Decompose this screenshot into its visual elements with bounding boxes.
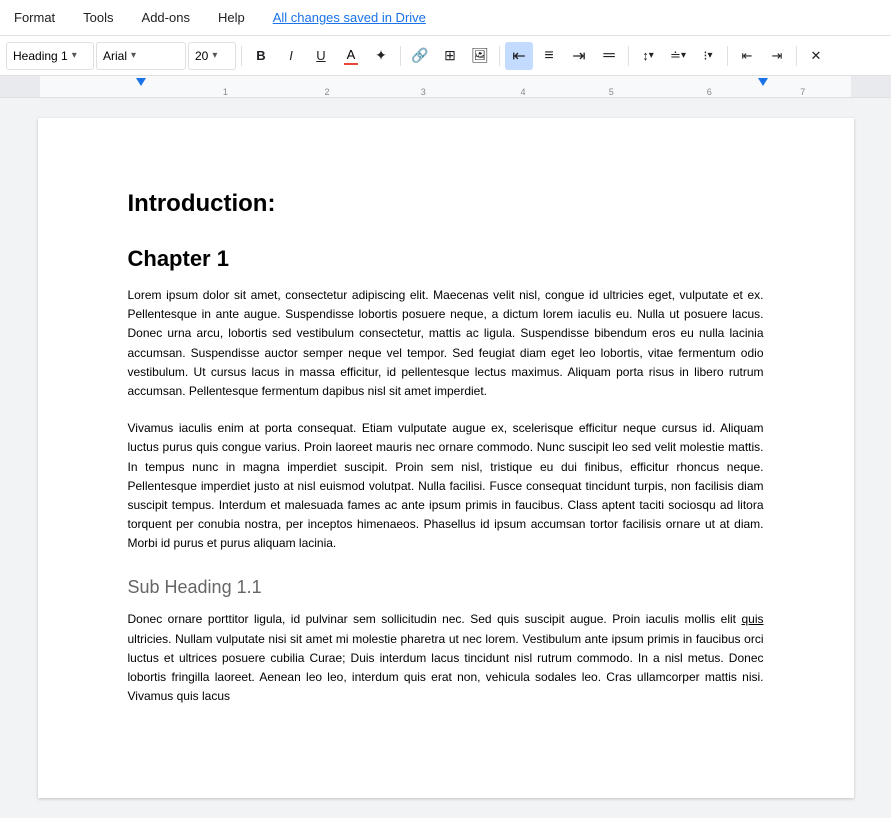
paragraph-2: Vivamus iaculis enim at porta consequat.…: [128, 419, 764, 553]
subheading-1: Sub Heading 1.1: [128, 577, 764, 598]
ruler-mark-4: 4: [521, 87, 526, 97]
paragraph-3-end: ultricies. Nullam vulputate nisi sit ame…: [128, 632, 764, 704]
style-selector[interactable]: Heading 1 ▾: [6, 42, 94, 70]
decrease-indent-button[interactable]: ⇤: [733, 42, 761, 70]
font-color-button[interactable]: A: [337, 42, 365, 70]
highlight-button[interactable]: ✦: [367, 42, 395, 70]
ruler-mark-1: 1: [223, 87, 228, 97]
paragraph-2-text: Vivamus iaculis enim at porta consequat.…: [128, 421, 764, 550]
underline-wrap: U: [316, 48, 325, 63]
ruler-mark-5: 5: [609, 87, 614, 97]
clear-formatting-button[interactable]: ✕: [802, 42, 830, 70]
divider-6: [796, 46, 797, 66]
divider-5: [727, 46, 728, 66]
bullet-list-chevron-icon: ▾: [708, 50, 713, 61]
size-label: 20: [195, 49, 208, 63]
font-color-bar: [344, 63, 358, 65]
ruler-tab-left-icon: [136, 78, 146, 86]
increase-indent-button[interactable]: ⇥: [763, 42, 791, 70]
divider-2: [400, 46, 401, 66]
ruler-canvas: 1 2 3 4 5 6 7: [0, 76, 891, 97]
paragraph-1-text: Lorem ipsum dolor sit amet, consectetur …: [128, 288, 764, 398]
insert-comment-button[interactable]: ⊞: [436, 42, 464, 70]
style-chevron-icon: ▾: [72, 50, 77, 61]
page: Introduction: Chapter 1 Lorem ipsum dolo…: [38, 118, 854, 798]
numbered-list-icon: ≐: [670, 48, 681, 64]
paragraph-3-underlined: quis: [741, 612, 763, 626]
saved-status[interactable]: All changes saved in Drive: [267, 6, 432, 29]
ruler-mark-6: 6: [707, 87, 712, 97]
underline-button[interactable]: U: [307, 42, 335, 70]
chapter1-heading: Chapter 1: [128, 246, 764, 272]
ruler-tab-right-icon: [758, 78, 768, 86]
line-spacing-button[interactable]: ↕ ▾: [634, 42, 662, 70]
paragraph-3: Donec ornare porttitor ligula, id pulvin…: [128, 610, 764, 706]
font-size-selector[interactable]: 20 ▾: [188, 42, 236, 70]
introduction-title: Introduction:: [128, 190, 764, 218]
font-chevron-icon: ▾: [131, 50, 136, 61]
style-label: Heading 1: [13, 49, 68, 63]
paragraph-1: Lorem ipsum dolor sit amet, consectetur …: [128, 286, 764, 401]
link-button[interactable]: 🔗: [406, 42, 434, 70]
paragraph-3-start: Donec ornare porttitor ligula, id pulvin…: [128, 612, 742, 626]
line-spacing-chevron-icon: ▾: [649, 50, 654, 61]
ruler-mark-3: 3: [421, 87, 426, 97]
font-color-wrap: A: [344, 47, 358, 65]
font-selector[interactable]: Arial ▾: [96, 42, 186, 70]
menu-tools[interactable]: Tools: [77, 6, 119, 29]
italic-button[interactable]: I: [277, 42, 305, 70]
ruler-mark-2: 2: [324, 87, 329, 97]
document-area: Introduction: Chapter 1 Lorem ipsum dolo…: [0, 98, 891, 818]
menu-bar: Format Tools Add-ons Help All changes sa…: [0, 0, 891, 36]
font-color-letter: A: [347, 47, 356, 62]
toolbar: Heading 1 ▾ Arial ▾ 20 ▾ B I U A ✦ 🔗 ⊞ 🖼…: [0, 36, 891, 76]
ruler-mark-7: 7: [800, 87, 805, 97]
align-right-button[interactable]: ⇥: [565, 42, 593, 70]
bold-button[interactable]: B: [247, 42, 275, 70]
divider-1: [241, 46, 242, 66]
bullet-list-button[interactable]: ⁝ ▾: [694, 42, 722, 70]
align-justify-button[interactable]: ═: [595, 42, 623, 70]
size-chevron-icon: ▾: [212, 50, 217, 61]
menu-format[interactable]: Format: [8, 6, 61, 29]
divider-3: [499, 46, 500, 66]
image-button[interactable]: 🖼: [466, 42, 494, 70]
ruler: 1 2 3 4 5 6 7: [0, 76, 891, 98]
menu-addons[interactable]: Add-ons: [136, 6, 196, 29]
divider-4: [628, 46, 629, 66]
align-center-button[interactable]: ≡: [535, 42, 563, 70]
align-left-button[interactable]: ⇤: [505, 42, 533, 70]
numbered-list-button[interactable]: ≐ ▾: [664, 42, 692, 70]
font-label: Arial: [103, 49, 127, 63]
numbered-list-chevron-icon: ▾: [681, 50, 686, 61]
menu-help[interactable]: Help: [212, 6, 251, 29]
underline-letter: U: [316, 48, 325, 63]
